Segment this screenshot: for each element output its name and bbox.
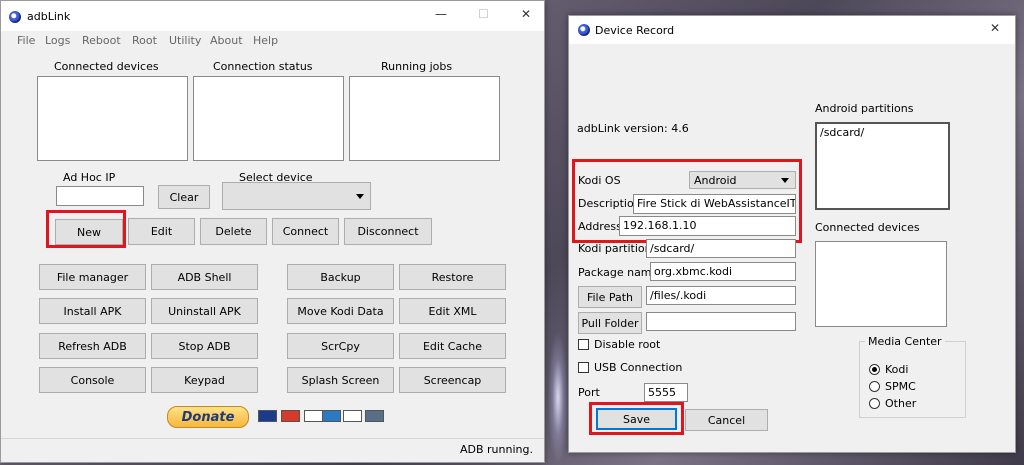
- screencap-button[interactable]: Screencap: [399, 367, 506, 393]
- edit-xml-button[interactable]: Edit XML: [399, 298, 506, 324]
- edit-cache-button[interactable]: Edit Cache: [399, 333, 506, 359]
- device-fields-highlight: [572, 159, 802, 243]
- status-text: ADB running.: [460, 443, 533, 456]
- move-kodi-data-button[interactable]: Move Kodi Data: [287, 298, 394, 324]
- close-icon[interactable]: ✕: [521, 7, 531, 21]
- kodi-partition-input[interactable]: /sdcard/: [646, 239, 796, 258]
- console-button[interactable]: Console: [39, 367, 146, 393]
- menu-bar: File Logs Reboot Root Utility About Help: [1, 31, 544, 51]
- desktop-lightning: [548, 330, 568, 465]
- amex-card-icon: [322, 410, 341, 422]
- adblink-app-icon: [9, 11, 21, 23]
- menu-help[interactable]: Help: [253, 34, 278, 47]
- status-separator: [1, 438, 544, 439]
- maestro-card-icon: [258, 410, 277, 422]
- adblink-window: adbLink — ☐ ✕ File Logs Reboot Root Util…: [0, 0, 545, 463]
- pull-folder-input[interactable]: [646, 312, 796, 331]
- menu-logs[interactable]: Logs: [45, 34, 70, 47]
- stop-adb-button[interactable]: Stop ADB: [151, 333, 258, 359]
- other-radio[interactable]: [869, 398, 880, 409]
- menu-about[interactable]: About: [210, 34, 243, 47]
- spmc-radio[interactable]: [869, 381, 880, 392]
- restore-button[interactable]: Restore: [399, 264, 506, 290]
- adhoc-ip-input[interactable]: [56, 186, 144, 206]
- bank-card-icon: [365, 410, 384, 422]
- chevron-down-icon: [356, 194, 364, 199]
- spmc-radio-label: SPMC: [885, 380, 916, 393]
- port-label: Port: [578, 386, 600, 399]
- adhoc-ip-label: Ad Hoc IP: [63, 171, 116, 184]
- port-input[interactable]: 5555: [644, 383, 688, 402]
- menu-root[interactable]: Root: [132, 34, 157, 47]
- mastercard-icon: [281, 410, 300, 422]
- keypad-button[interactable]: Keypad: [151, 367, 258, 393]
- window-title: adbLink: [27, 10, 71, 23]
- version-text: adbLink version: 4.6: [577, 122, 689, 135]
- file-path-input[interactable]: /files/.kodi: [646, 286, 796, 305]
- running-jobs-label: Running jobs: [381, 60, 453, 73]
- cancel-button[interactable]: Cancel: [685, 409, 768, 431]
- device-record-titlebar: Device Record ✕: [569, 16, 1015, 44]
- device-record-window: Device Record ✕ adbLink version: 4.6 Kod…: [568, 15, 1016, 453]
- other-radio-label: Other: [885, 397, 917, 410]
- discover-card-icon: [343, 410, 362, 422]
- save-button-highlight: [589, 402, 684, 435]
- kodi-radio-label: Kodi: [885, 363, 909, 376]
- minimize-icon[interactable]: —: [435, 7, 447, 21]
- usb-connection-checkbox[interactable]: [578, 362, 589, 373]
- list-item[interactable]: /sdcard/: [820, 126, 864, 139]
- connect-button[interactable]: Connect: [272, 218, 339, 245]
- menu-utility[interactable]: Utility: [169, 34, 201, 47]
- menu-reboot[interactable]: Reboot: [82, 34, 121, 47]
- dialog-title: Device Record: [595, 24, 675, 37]
- select-device-dropdown[interactable]: [222, 182, 371, 210]
- android-partitions-list[interactable]: /sdcard/: [815, 122, 950, 210]
- kodi-partition-label: Kodi partition: [578, 242, 652, 255]
- new-button-highlight: [46, 210, 126, 248]
- file-path-button[interactable]: File Path: [578, 286, 642, 308]
- usb-connection-label: USB Connection: [594, 361, 683, 374]
- connected-devices-list[interactable]: [37, 76, 188, 161]
- refresh-adb-button[interactable]: Refresh ADB: [39, 333, 146, 359]
- disable-root-checkbox[interactable]: [578, 339, 589, 350]
- backup-button[interactable]: Backup: [287, 264, 394, 290]
- android-partitions-label: Android partitions: [815, 102, 914, 115]
- edit-button[interactable]: Edit: [128, 218, 195, 245]
- donate-button[interactable]: Donate: [167, 406, 249, 428]
- visa-card-icon: [304, 410, 323, 422]
- connected-devices-list[interactable]: [815, 241, 947, 327]
- scrcpy-button[interactable]: ScrCpy: [287, 333, 394, 359]
- splash-screen-button[interactable]: Splash Screen: [287, 367, 394, 393]
- media-center-label: Media Center: [865, 335, 945, 348]
- connected-devices-label: Connected devices: [54, 60, 159, 73]
- maximize-icon[interactable]: ☐: [478, 7, 489, 21]
- delete-button[interactable]: Delete: [200, 218, 267, 245]
- connected-devices-label: Connected devices: [815, 221, 920, 234]
- clear-button[interactable]: Clear: [158, 185, 210, 209]
- dialog-close-icon[interactable]: ✕: [990, 21, 1000, 35]
- connection-status-label: Connection status: [213, 60, 313, 73]
- uninstall-apk-button[interactable]: Uninstall APK: [151, 298, 258, 324]
- kodi-radio[interactable]: [869, 364, 880, 375]
- disconnect-button[interactable]: Disconnect: [344, 218, 432, 245]
- package-name-input[interactable]: org.xbmc.kodi: [650, 262, 796, 281]
- menu-file[interactable]: File: [17, 34, 35, 47]
- package-name-label: Package name: [578, 266, 659, 279]
- disable-root-label: Disable root: [594, 338, 661, 351]
- pull-folder-button[interactable]: Pull Folder: [578, 312, 642, 334]
- file-manager-button[interactable]: File manager: [39, 264, 146, 290]
- device-record-app-icon: [578, 24, 590, 36]
- connection-status-list[interactable]: [193, 76, 344, 161]
- adb-shell-button[interactable]: ADB Shell: [151, 264, 258, 290]
- running-jobs-list[interactable]: [349, 76, 500, 161]
- install-apk-button[interactable]: Install APK: [39, 298, 146, 324]
- adblink-titlebar: adbLink — ☐ ✕: [1, 1, 544, 31]
